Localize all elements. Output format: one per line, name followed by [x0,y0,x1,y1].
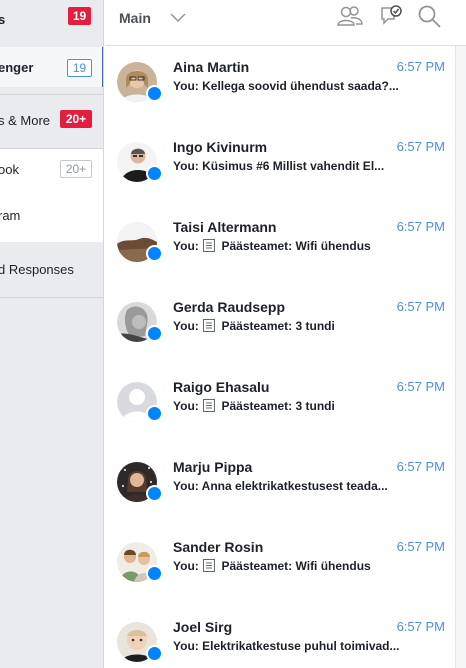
message-snippet: You: Anna elektrikatkestusest teada... [173,479,388,493]
message-time: 6:57 PM [396,619,445,634]
people-icon[interactable] [337,4,363,28]
conversation-row[interactable]: Joel Sirg 6:57 PM You: Elektrikatkestuse… [105,607,455,668]
message-time: 6:57 PM [396,139,445,154]
count-badge: 19 [67,59,92,77]
snippet-prefix: You: [173,319,199,333]
message-snippet: You: Küsimus #6 Millist vahendit El... [173,159,385,173]
sidebar-item-messenger[interactable]: enger 19 [0,47,103,87]
sidebar-item-apps-more[interactable]: s & More 20+ [0,100,103,140]
inbox-header: Main [105,0,466,46]
snippet-prefix: You: [173,559,199,573]
sidebar-item-instagram[interactable]: ram [0,196,103,236]
sidebar-item-label: ram [0,208,21,223]
messenger-icon [146,85,163,102]
message-time: 6:57 PM [396,219,445,234]
conversation-row[interactable]: Sander Rosin 6:57 PM You: Päästeamet: Wi… [105,527,455,607]
scrollbar-track[interactable] [455,46,466,668]
messenger-icon [146,245,163,262]
contact-name: Aina Martin [173,59,250,75]
sidebar-item-saved-responses[interactable]: d Responses [0,250,103,290]
conversation-row[interactable]: Ingo Kivinurm 6:57 PM You: Küsimus #6 Mi… [105,127,455,207]
document-icon [203,239,216,252]
sidebar-item-facebook[interactable]: ook 20+ [0,150,103,190]
message-time: 6:57 PM [396,539,445,554]
chevron-down-icon[interactable] [169,12,187,24]
contact-name: Marju Pippa [173,459,253,475]
sidebar-item-label: d Responses [0,262,74,277]
snippet-text: Päästeamet: 3 tundi [221,399,335,413]
messenger-icon [146,405,163,422]
snippet-prefix: You: [173,399,199,413]
document-icon [203,559,216,572]
sidebar-divider [0,148,103,149]
sidebar-divider [0,94,103,95]
message-snippet: You: Elektrikatkestuse puhul toimivad... [173,639,400,653]
contact-name: Raigo Ehasalu [173,379,270,395]
conversation-row[interactable]: Marju Pippa 6:57 PM You: Anna elektrikat… [105,447,455,527]
message-time: 6:57 PM [396,379,445,394]
contact-name: Sander Rosin [173,539,264,555]
sidebar-divider [0,297,103,298]
sidebar-item-label: s & More [0,113,51,128]
conversation-row[interactable]: Aina Martin 6:57 PM You: Kellega soovid … [105,47,455,127]
conversation-row[interactable]: Taisi Altermann 6:57 PM You: Päästeamet:… [105,207,455,287]
folder-title[interactable]: Main [119,10,151,26]
count-badge: 19 [68,7,91,25]
contact-name: Gerda Raudsepp [173,299,286,315]
messenger-icon [146,645,163,662]
count-badge: 20+ [60,160,92,178]
sidebar-item-label: ook [0,162,19,177]
message-snippet: You: Päästeamet: Wifi ühendus [173,559,405,573]
snippet-text: Päästeamet: Wifi ühendus [221,239,371,253]
messenger-icon [146,165,163,182]
sidebar-item-label: enger [0,60,34,75]
contact-name: Ingo Kivinurm [173,139,268,155]
sidebar-item-notifications[interactable]: s 19 [0,0,103,40]
contact-name: Joel Sirg [173,619,233,635]
messenger-icon [146,565,163,582]
message-snippet: You: Päästeamet: 3 tundi [173,319,405,333]
chat-check-icon[interactable] [379,4,403,28]
message-time: 6:57 PM [396,59,445,74]
message-snippet: You: Päästeamet: Wifi ühendus [173,239,405,253]
conversation-row[interactable]: Gerda Raudsepp 6:57 PM You: Päästeamet: … [105,287,455,367]
conversation-row[interactable]: Raigo Ehasalu 6:57 PM You: Päästeamet: 3… [105,367,455,447]
message-time: 6:57 PM [396,299,445,314]
messenger-icon [146,485,163,502]
sidebar-item-label: s [0,12,5,27]
search-icon[interactable] [417,4,443,30]
document-icon [203,399,216,412]
message-time: 6:57 PM [396,459,445,474]
document-icon [203,319,216,332]
sidebar: s 19 enger 19 s & More 20+ ook 20+ ram d… [0,0,104,668]
contact-name: Taisi Altermann [173,219,277,235]
message-snippet: You: Päästeamet: 3 tundi [173,399,405,413]
snippet-prefix: You: [173,239,199,253]
messenger-icon [146,325,163,342]
message-snippet: You: Kellega soovid ühendust saada?... [173,79,399,93]
snippet-text: Päästeamet: 3 tundi [221,319,335,333]
count-badge: 20+ [60,110,92,128]
snippet-text: Päästeamet: Wifi ühendus [221,559,371,573]
